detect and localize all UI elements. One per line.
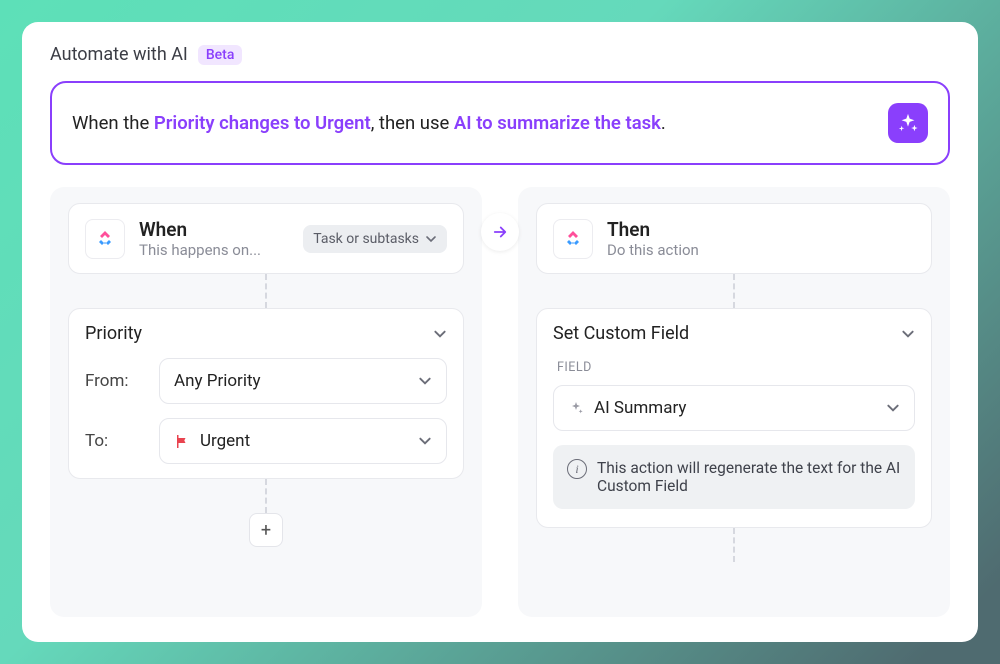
connector-line: [265, 274, 267, 308]
connector-line: [733, 528, 735, 562]
then-column: Then Do this action Set Custom Field FIE…: [518, 187, 950, 617]
plus-icon: +: [261, 520, 271, 541]
when-header-card: When This happens on... Task or subtasks: [68, 203, 464, 274]
when-title: When: [139, 218, 261, 241]
header: Automate with AI Beta: [50, 44, 950, 65]
info-message: i This action will regenerate the text f…: [553, 445, 915, 509]
sparkle-icon: [568, 400, 584, 416]
condition-card: Priority From: Any Priority To:: [68, 308, 464, 479]
when-column: When This happens on... Task or subtasks…: [50, 187, 482, 617]
clickup-icon: [561, 227, 585, 251]
condition-field-selector[interactable]: Priority: [85, 323, 447, 344]
then-title: Then: [607, 218, 699, 241]
scope-selector[interactable]: Task or subtasks: [303, 225, 447, 253]
prompt-middle: , then use: [371, 112, 454, 134]
info-text: This action will regenerate the text for…: [597, 459, 901, 495]
action-card: Set Custom Field FIELD AI Summary i: [536, 308, 932, 528]
chevron-down-icon: [418, 434, 432, 448]
beta-badge: Beta: [198, 45, 243, 65]
prompt-suffix: .: [661, 112, 666, 134]
chevron-down-icon: [418, 374, 432, 388]
flag-icon: [174, 433, 190, 449]
column-gap: [482, 187, 518, 617]
to-row: To: Urgent: [85, 418, 447, 464]
to-selector[interactable]: Urgent: [159, 418, 447, 464]
clickup-icon: [93, 227, 117, 251]
to-value: Urgent: [200, 431, 250, 451]
field-selector[interactable]: AI Summary: [553, 385, 915, 431]
from-row: From: Any Priority: [85, 358, 447, 404]
ai-prompt-bar[interactable]: When the Priority changes to Urgent, the…: [50, 81, 950, 165]
field-section-label: FIELD: [557, 360, 911, 375]
prompt-action: AI to summarize the task: [454, 112, 661, 134]
field-value: AI Summary: [594, 398, 686, 418]
from-selector[interactable]: Any Priority: [159, 358, 447, 404]
flow-columns: When This happens on... Task or subtasks…: [50, 187, 950, 617]
sparkle-icon: [897, 112, 919, 134]
generate-ai-button[interactable]: [888, 103, 928, 143]
then-header-card: Then Do this action: [536, 203, 932, 274]
arrow-right-icon: [491, 223, 509, 241]
automation-builder: Automate with AI Beta When the Priority …: [22, 22, 978, 642]
connector-line: [265, 479, 267, 513]
page-title: Automate with AI: [50, 44, 188, 65]
from-label: From:: [85, 371, 145, 391]
when-subtitle: This happens on...: [139, 241, 261, 259]
app-icon: [553, 219, 593, 259]
scope-label: Task or subtasks: [313, 231, 419, 247]
prompt-trigger: Priority changes to Urgent: [154, 112, 371, 134]
action-label: Set Custom Field: [553, 323, 689, 344]
app-icon: [85, 219, 125, 259]
chevron-down-icon: [433, 327, 447, 341]
add-condition-button[interactable]: +: [249, 513, 283, 547]
prompt-prefix: When the: [72, 112, 154, 134]
connector-line: [733, 274, 735, 308]
to-label: To:: [85, 431, 145, 451]
action-selector[interactable]: Set Custom Field: [553, 323, 915, 344]
chevron-down-icon: [886, 401, 900, 415]
prompt-text: When the Priority changes to Urgent, the…: [72, 112, 666, 134]
chevron-down-icon: [901, 327, 915, 341]
then-subtitle: Do this action: [607, 241, 699, 259]
flow-arrow: [481, 213, 519, 251]
from-value: Any Priority: [174, 371, 261, 391]
chevron-down-icon: [425, 233, 437, 245]
info-icon: i: [567, 459, 587, 479]
condition-field-label: Priority: [85, 323, 142, 344]
